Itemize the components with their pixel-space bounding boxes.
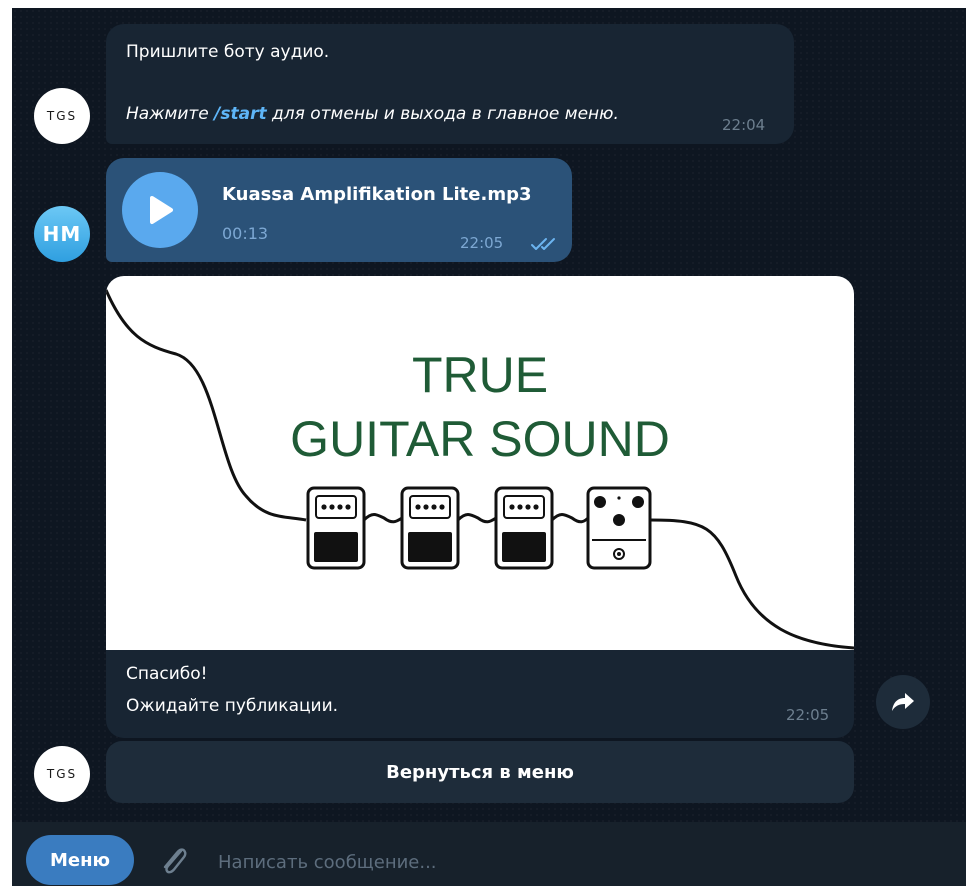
share-arrow-icon <box>892 693 914 711</box>
message-input[interactable] <box>218 844 918 880</box>
hint-suffix: для отмены и выхода в главное меню. <box>266 104 619 124</box>
user-avatar[interactable]: HM <box>34 206 90 262</box>
message-composer: Меню <box>12 822 966 886</box>
menu-button[interactable]: Меню <box>26 835 134 885</box>
hint-prefix: Нажмите <box>126 104 215 124</box>
pedal-icon <box>400 486 460 570</box>
message-text: Спасибо! <box>126 664 208 684</box>
bot-avatar[interactable]: TGS <box>34 746 90 802</box>
chat-window: Пришлите боту аудио. Нажмите /start для … <box>12 8 966 886</box>
message-hint: Нажмите /start для отмены и выхода в гла… <box>126 104 619 124</box>
logo-title-line1: TRUE <box>411 347 549 403</box>
user-audio-message: Kuassa Amplifikation Lite.mp3 00:13 22:0… <box>106 158 572 262</box>
bot-image-message: TRUE GUITAR SOUND Спасибо! Ожидайте публ… <box>106 276 854 738</box>
pedal-icon <box>494 486 554 570</box>
bot-prompt-message: Пришлите боту аудио. Нажмите /start для … <box>106 24 794 144</box>
play-icon <box>150 196 173 224</box>
audio-duration: 00:13 <box>222 224 269 243</box>
message-text: Ожидайте публикации. <box>126 696 339 716</box>
forward-button[interactable] <box>876 675 930 729</box>
play-button[interactable] <box>122 172 198 248</box>
message-time: 22:04 <box>722 116 766 134</box>
pedal-icon <box>586 486 652 570</box>
message-time: 22:05 <box>460 234 504 252</box>
logo-title-line2: GUITAR SOUND <box>290 411 670 467</box>
audio-file-name: Kuassa Amplifikation Lite.mp3 <box>222 184 532 205</box>
message-image[interactable]: TRUE GUITAR SOUND <box>106 276 854 650</box>
back-to-menu-button[interactable]: Вернуться в меню <box>106 741 854 803</box>
message-time: 22:05 <box>786 706 830 724</box>
pedal-icon <box>306 486 366 570</box>
double-check-icon <box>531 238 555 250</box>
paperclip-icon[interactable] <box>154 842 194 882</box>
bot-avatar[interactable]: TGS <box>34 88 90 144</box>
message-text: Пришлите боту аудио. <box>126 42 330 62</box>
start-command-link[interactable]: /start <box>214 104 266 124</box>
